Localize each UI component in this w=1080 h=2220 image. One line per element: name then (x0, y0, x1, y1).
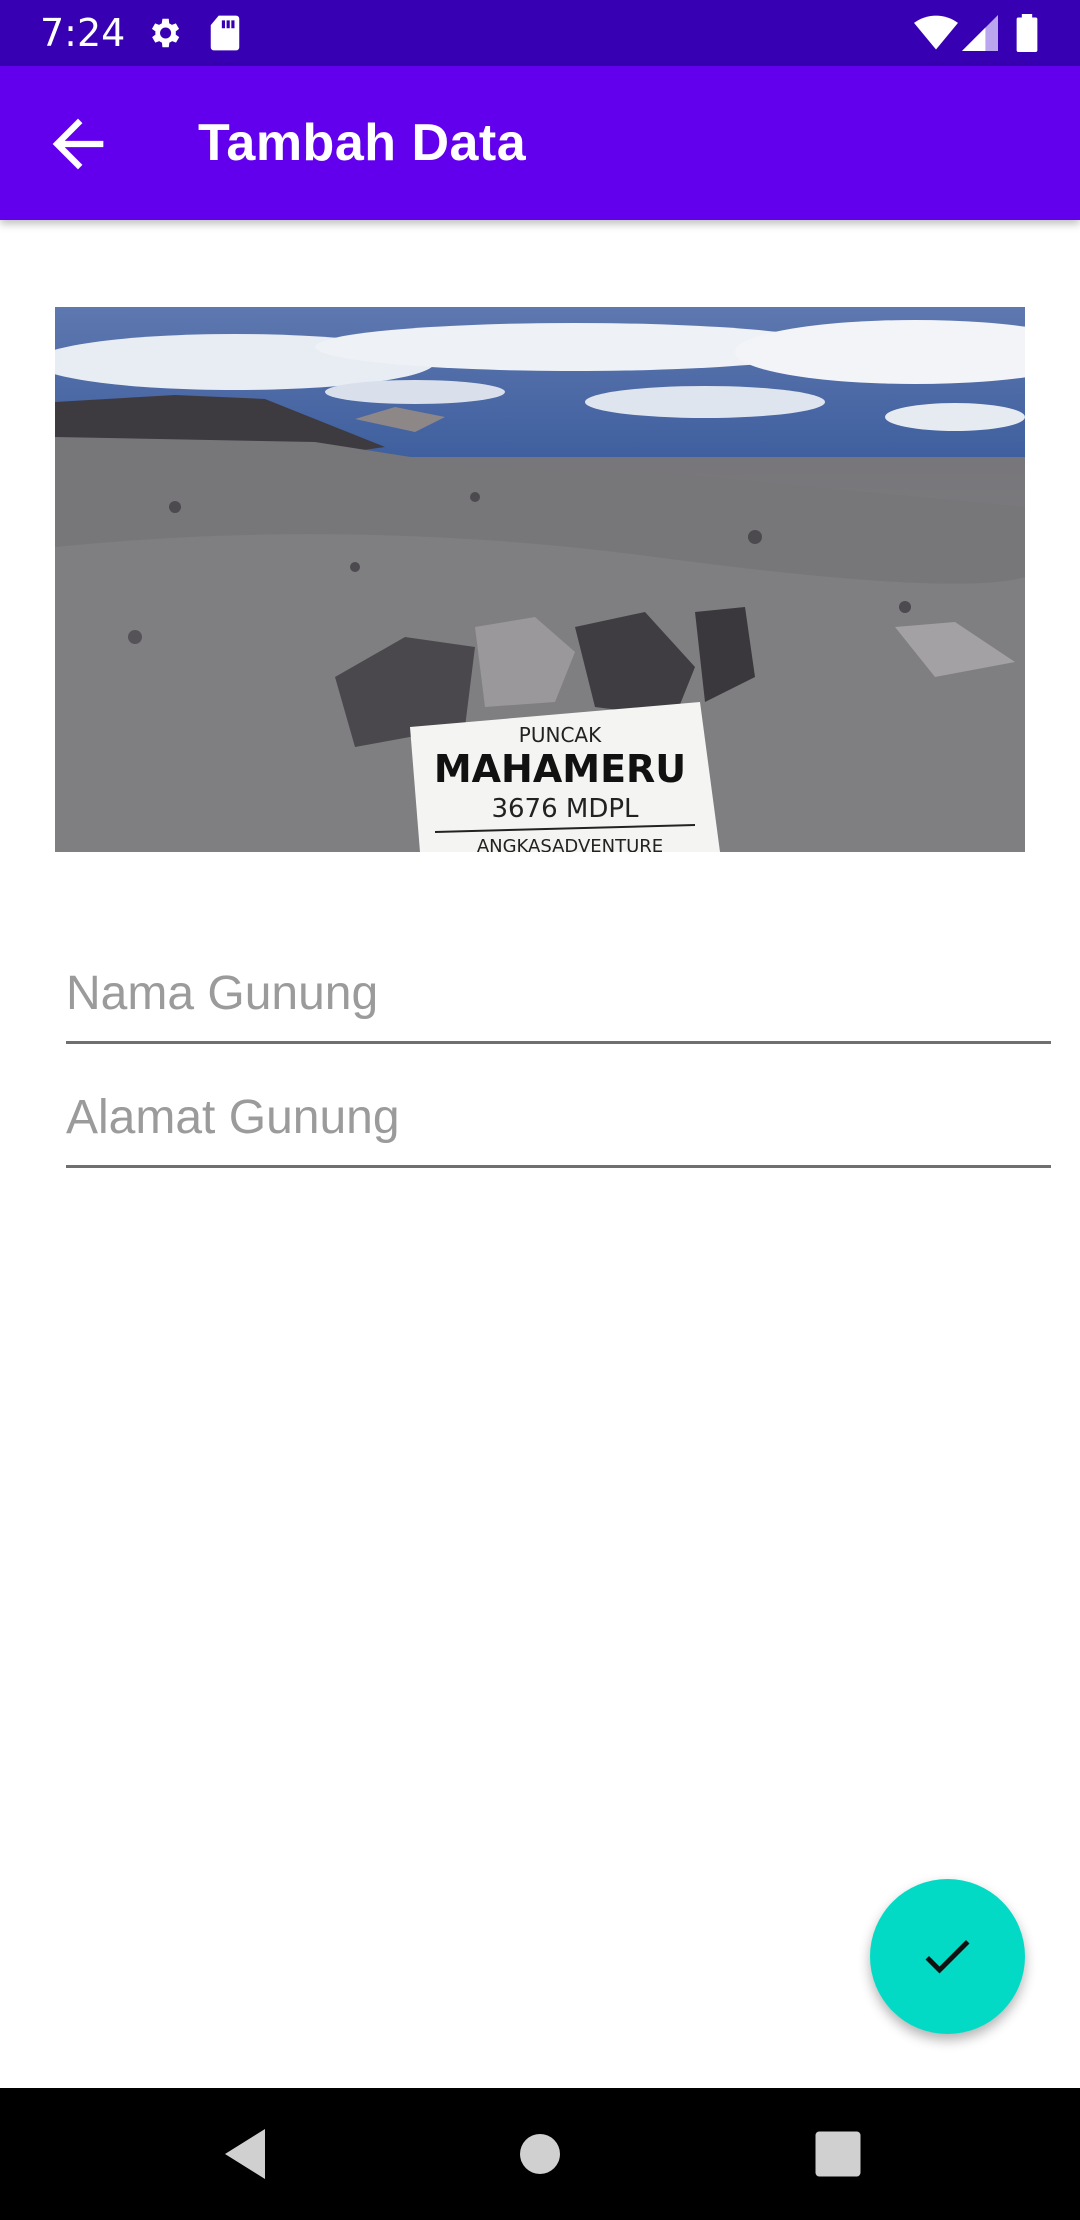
back-button[interactable] (40, 106, 116, 182)
check-icon (925, 1940, 970, 1974)
nav-recents-icon (815, 2131, 861, 2177)
alamat-gunung-field[interactable] (66, 1069, 1051, 1168)
nama-gunung-field[interactable] (66, 945, 1051, 1044)
app-bar: Tambah Data (0, 66, 1080, 220)
nav-home-button[interactable] (510, 2124, 570, 2184)
sign-line-4: ANGKASADVENTURE (477, 836, 663, 852)
page-title: Tambah Data (198, 114, 527, 172)
alamat-gunung-input[interactable] (66, 1069, 1051, 1165)
status-bar: 7:24 (0, 0, 1080, 66)
wifi-icon (914, 14, 958, 56)
battery-icon (1016, 14, 1038, 56)
sign-line-2: MAHAMERU (434, 747, 686, 791)
mountain-photo[interactable]: PUNCAK MAHAMERU 3676 MDPL ANGKASADVENTUR… (55, 307, 1025, 852)
gear-icon (145, 14, 183, 56)
save-fab-button[interactable] (870, 1879, 1025, 2034)
nav-recents-button[interactable] (808, 2124, 868, 2184)
nav-home-icon (520, 2134, 560, 2174)
nav-back-button[interactable] (215, 2124, 275, 2184)
nav-back-icon (225, 2129, 265, 2179)
sd-card-icon (208, 14, 242, 56)
signal-icon (962, 14, 998, 56)
sign-line-1: PUNCAK (519, 723, 602, 747)
sign-line-3: 3676 MDPL (491, 794, 639, 824)
status-time: 7:24 (40, 11, 126, 55)
summit-sign: PUNCAK MAHAMERU 3676 MDPL ANGKASADVENTUR… (410, 702, 720, 852)
system-nav-bar (0, 2088, 1080, 2220)
nama-gunung-input[interactable] (66, 945, 1051, 1041)
arrow-back-icon (52, 118, 104, 170)
